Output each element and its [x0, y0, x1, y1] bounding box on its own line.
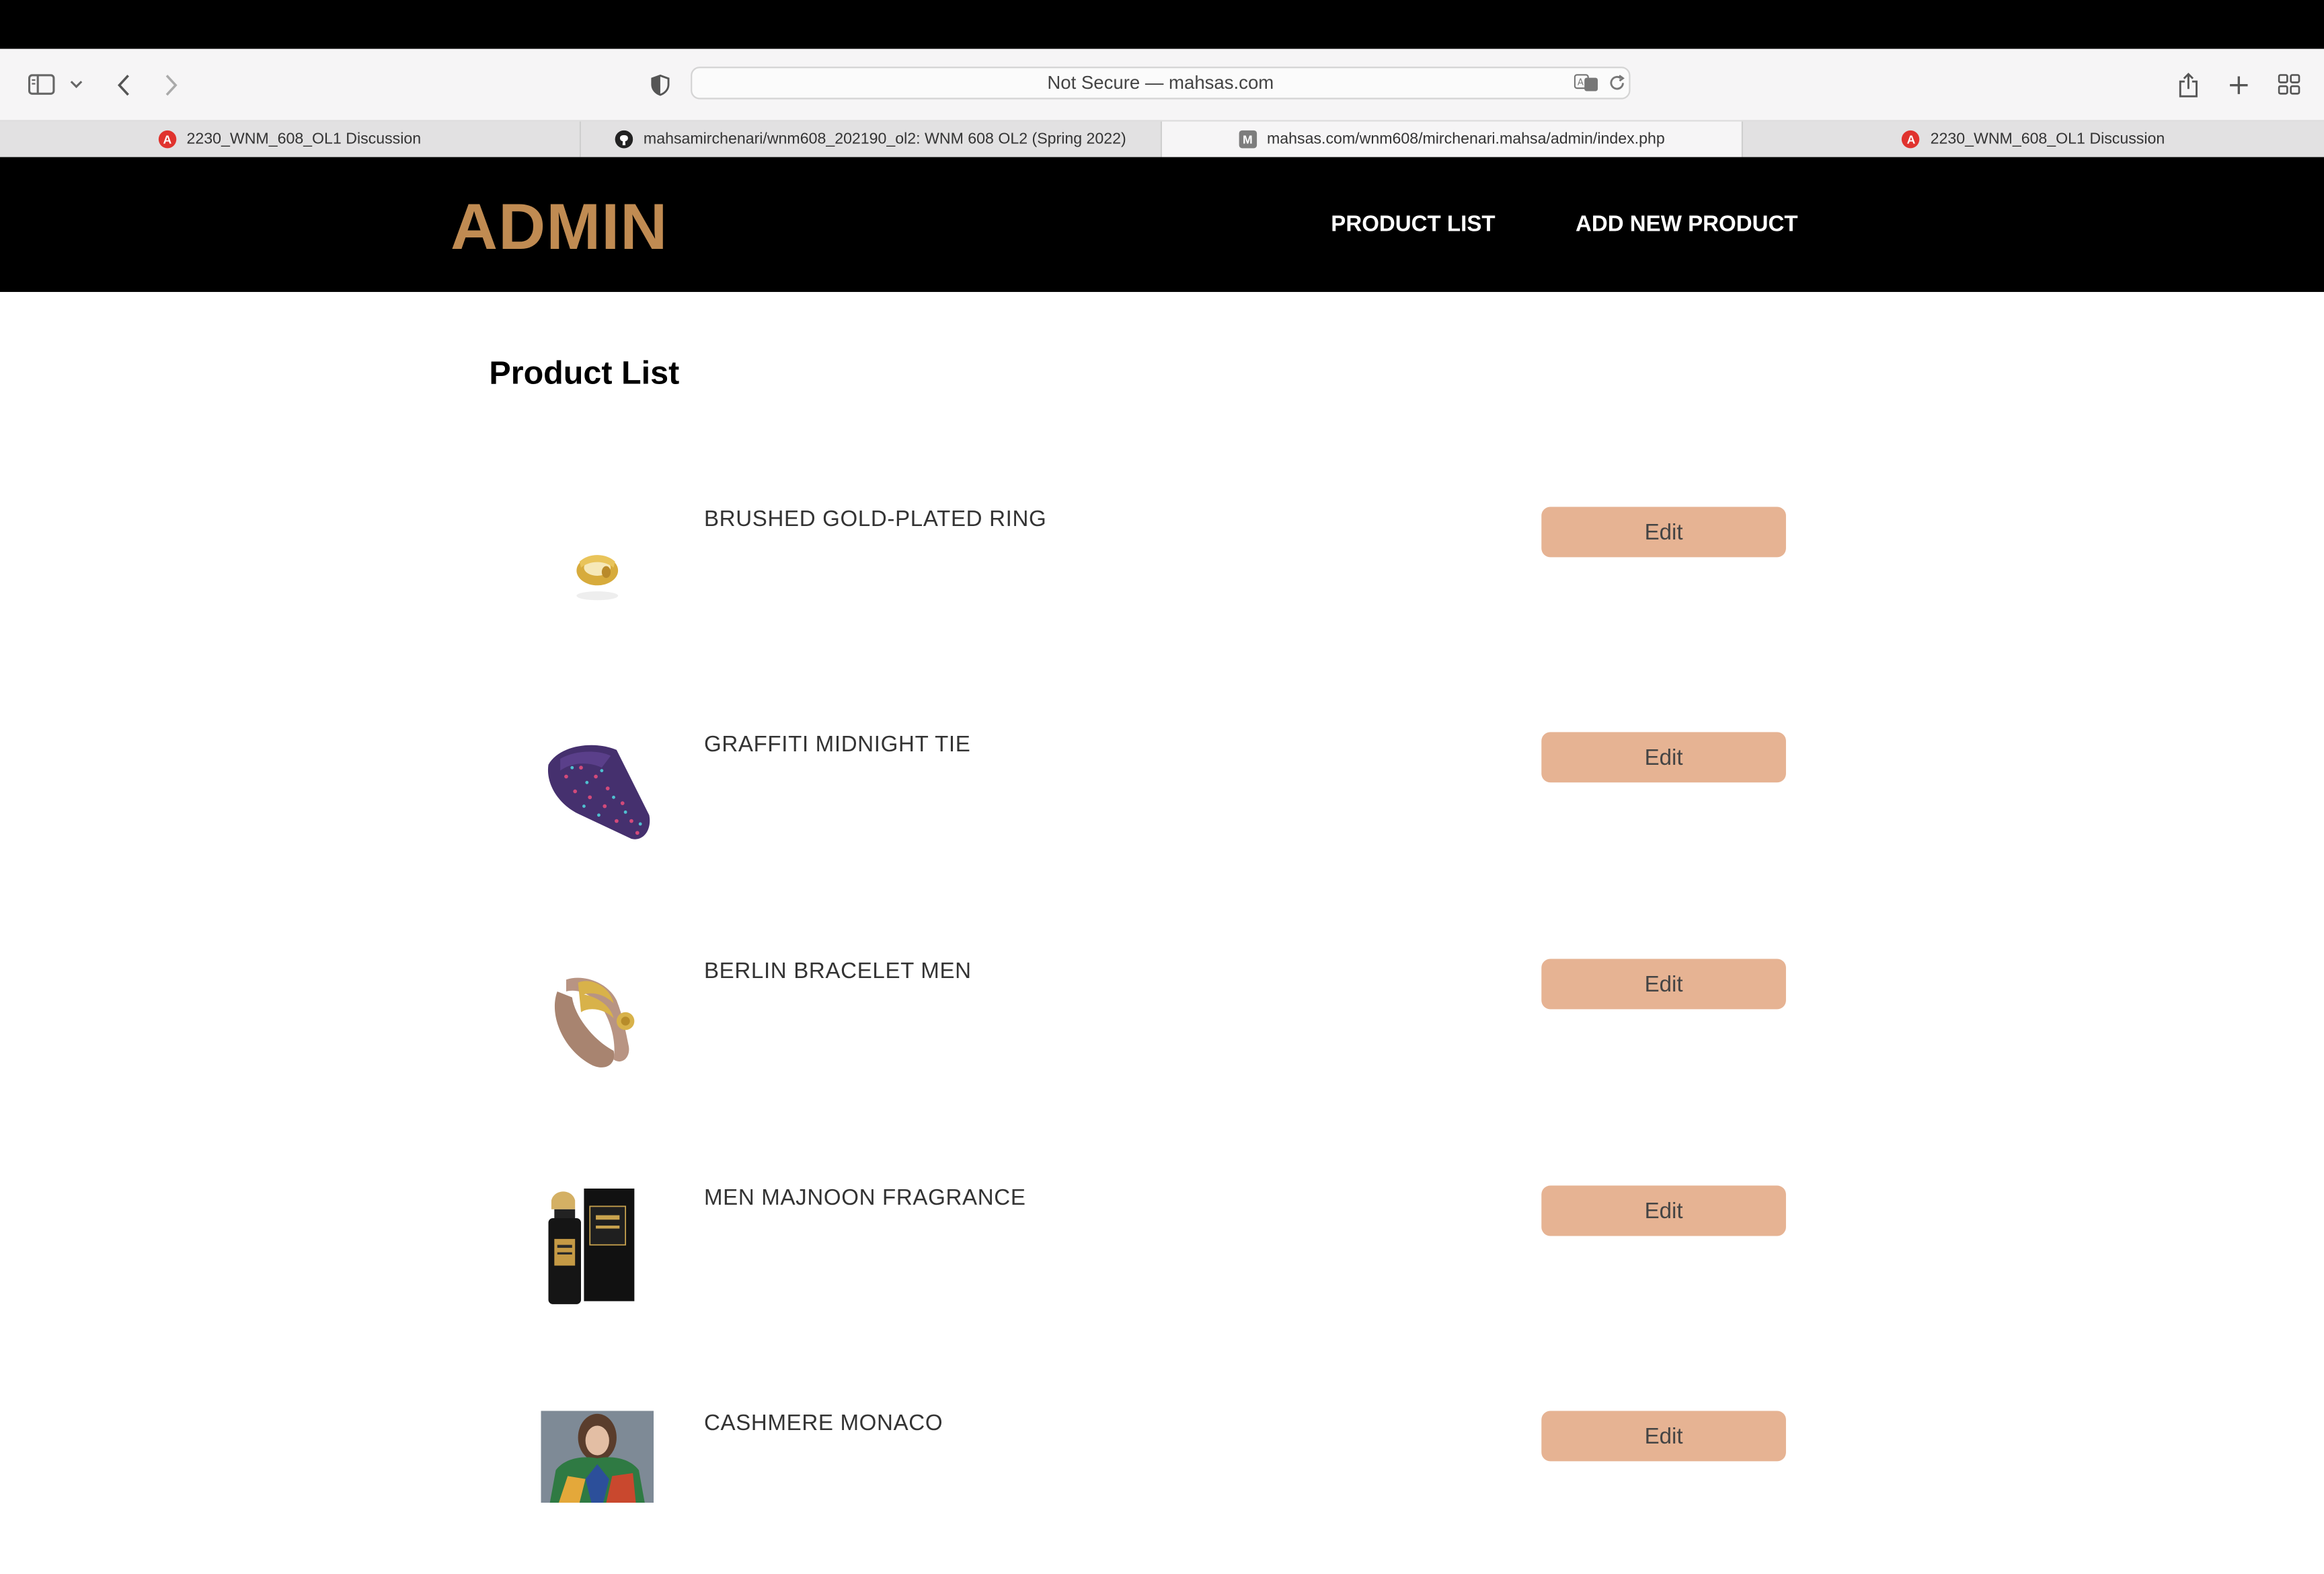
product-thumbnail-tie[interactable]	[539, 732, 655, 848]
tab-discussion-1[interactable]: A 2230_WNM_608_OL1 Discussion	[0, 121, 582, 157]
address-bar[interactable]: Not Secure — mahsas.com A	[691, 67, 1631, 100]
product-thumbnail-cashmere[interactable]	[541, 1411, 654, 1503]
tab-label: mahsas.com/wnm608/mirchenari.mahsa/admin…	[1266, 130, 1665, 149]
favicon-icon: A	[158, 130, 177, 149]
back-icon[interactable]	[110, 49, 137, 120]
page-title: Product List	[489, 354, 680, 391]
tab-label: mahsamirchenari/wnm608_202190_ol2: WNM 6…	[643, 130, 1126, 149]
browser-toolbar: Not Secure — mahsas.com A	[0, 48, 2324, 122]
product-name: CASHMERE MONACO	[703, 1411, 943, 1436]
tab-overview-icon[interactable]	[2274, 49, 2303, 120]
product-row: BERLIN BRACELET MEN Edit	[489, 959, 1823, 1121]
sidebar-toggle-icon[interactable]	[24, 49, 59, 120]
nav-product-list[interactable]: PRODUCT LIST	[1331, 212, 1495, 239]
product-name: BERLIN BRACELET MEN	[703, 959, 972, 984]
share-icon[interactable]	[2173, 49, 2202, 120]
product-thumbnail-bracelet[interactable]	[539, 959, 655, 1074]
reload-icon[interactable]	[1608, 71, 1625, 95]
tab-discussion-2[interactable]: A 2230_WNM_608_OL1 Discussion	[1743, 122, 2324, 157]
tab-admin-active[interactable]: M mahsas.com/wnm608/mirchenari.mahsa/adm…	[1162, 121, 1744, 157]
tab-github[interactable]: mahsamirchenari/wnm608_202190_ol2: WNM 6…	[581, 121, 1163, 157]
svg-text:A: A	[1578, 78, 1584, 88]
product-thumbnail-fragrance[interactable]	[539, 1186, 655, 1313]
product-name: MEN MAJNOON FRAGRANCE	[703, 1185, 1026, 1211]
screen: Not Secure — mahsas.com A A 2230_WNM_608…	[0, 0, 2324, 1503]
product-name: GRAFFITI MIDNIGHT TIE	[703, 732, 971, 757]
favicon-icon: M	[1239, 130, 1257, 149]
edit-button[interactable]: Edit	[1541, 1411, 1786, 1462]
nav-add-new-product[interactable]: ADD NEW PRODUCT	[1576, 212, 1798, 239]
edit-button[interactable]: Edit	[1541, 732, 1786, 783]
tab-label: 2230_WNM_608_OL1 Discussion	[1930, 130, 2165, 149]
tab-label: 2230_WNM_608_OL1 Discussion	[186, 130, 422, 149]
edit-button[interactable]: Edit	[1541, 507, 1786, 558]
tab-bar: A 2230_WNM_608_OL1 Discussion mahsamirch…	[0, 121, 2324, 157]
github-icon	[615, 130, 633, 149]
new-tab-icon[interactable]	[2223, 49, 2253, 120]
product-row: MEN MAJNOON FRAGRANCE Edit	[489, 1185, 1823, 1349]
product-name: BRUSHED GOLD-PLATED RING	[703, 507, 1047, 532]
edit-button[interactable]: Edit	[1541, 1185, 1786, 1236]
privacy-shield-icon[interactable]	[646, 49, 673, 120]
product-row: GRAFFITI MIDNIGHT TIE Edit	[489, 732, 1823, 895]
product-row: BRUSHED GOLD-PLATED RING Edit	[489, 507, 1823, 669]
favicon-icon: A	[1902, 130, 1921, 149]
site-header: ADMIN PRODUCT LIST ADD NEW PRODUCT	[0, 157, 2324, 293]
edit-button[interactable]: Edit	[1541, 959, 1786, 1010]
product-thumbnail-ring[interactable]	[539, 513, 655, 628]
menu-bar-strip	[0, 0, 2324, 49]
admin-logo[interactable]: ADMIN	[451, 192, 668, 264]
translate-icon[interactable]: A	[1574, 71, 1599, 95]
forward-icon[interactable]	[157, 49, 184, 120]
address-text[interactable]: Not Secure — mahsas.com	[692, 68, 1629, 98]
chevron-down-icon[interactable]	[65, 49, 86, 120]
product-row: CASHMERE MONACO Edit	[489, 1411, 1823, 1573]
